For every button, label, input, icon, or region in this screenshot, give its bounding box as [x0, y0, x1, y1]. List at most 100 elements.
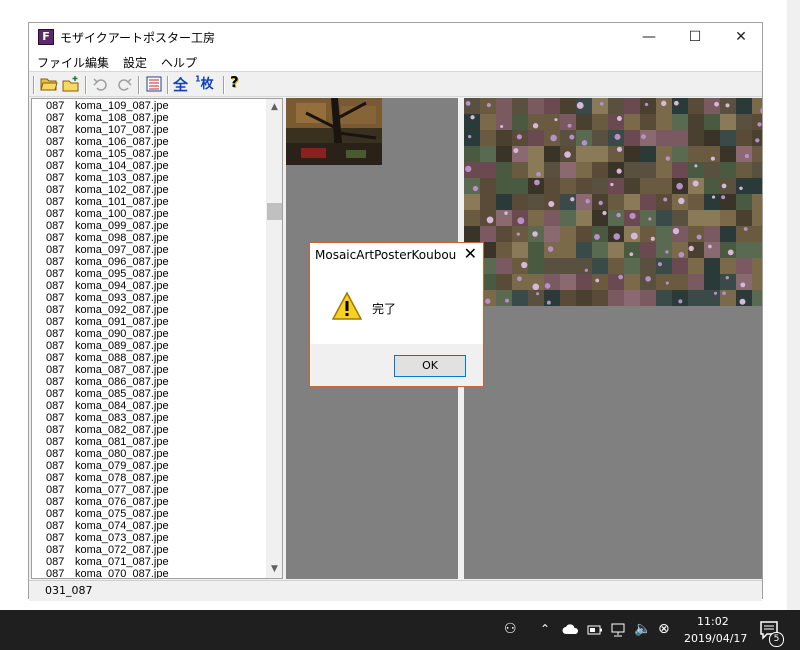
list-view-icon[interactable]: [145, 75, 163, 93]
select-all-button[interactable]: 全: [173, 74, 191, 94]
single-sheet-label: 枚: [200, 77, 214, 92]
list-item-number: 087: [46, 532, 65, 544]
list-item-filename: koma_085_087.jpe: [75, 388, 169, 400]
battery-icon[interactable]: [587, 623, 603, 636]
list-item-filename: koma_088_087.jpe: [75, 352, 169, 364]
close-button[interactable]: ✕: [718, 23, 764, 51]
list-item-filename: koma_081_087.jpe: [75, 436, 169, 448]
redo-icon[interactable]: [115, 75, 133, 93]
list-item-number: 087: [46, 400, 65, 412]
list-item-number: 087: [46, 520, 65, 532]
dialog-close-button[interactable]: ✕: [464, 244, 477, 263]
list-item-number: 087: [46, 124, 65, 136]
toolbar-separator: [33, 76, 35, 94]
list-item-filename: koma_106_087.jpe: [75, 136, 169, 148]
toolbar: 全 1枚 ?: [29, 71, 762, 97]
list-item-number: 087: [46, 568, 65, 579]
network-icon[interactable]: [611, 623, 627, 637]
list-item-number: 087: [46, 304, 65, 316]
list-item-filename: koma_071_087.jpe: [75, 556, 169, 568]
list-item-filename: koma_098_087.jpe: [75, 232, 169, 244]
list-item-number: 087: [46, 256, 65, 268]
menu-help[interactable]: ヘルプ: [161, 54, 197, 71]
new-folder-icon[interactable]: [62, 75, 80, 93]
undo-icon[interactable]: [92, 75, 110, 93]
toolbar-separator: [167, 76, 169, 94]
dialog-message: 完了: [372, 302, 397, 316]
status-bar: 031_087: [29, 580, 762, 601]
menu-edit[interactable]: 編集: [85, 54, 109, 71]
list-item-filename: koma_070_087.jpe: [75, 568, 169, 579]
list-item-filename: koma_103_087.jpe: [75, 172, 169, 184]
list-item-number: 087: [46, 436, 65, 448]
notification-count-badge: 5: [769, 632, 784, 647]
list-item-number: 087: [46, 112, 65, 124]
list-item-number: 087: [46, 388, 65, 400]
list-item-filename: koma_089_087.jpe: [75, 340, 169, 352]
status-error-icon[interactable]: ⊗: [658, 621, 670, 637]
list-item-filename: koma_102_087.jpe: [75, 184, 169, 196]
mosaic-image: [464, 98, 762, 306]
menu-file[interactable]: ファイル: [37, 54, 85, 71]
list-item-filename: koma_083_087.jpe: [75, 412, 169, 424]
list-item-filename: koma_095_087.jpe: [75, 268, 169, 280]
people-icon[interactable]: ⚇: [504, 621, 517, 637]
list-item-number: 087: [46, 280, 65, 292]
onedrive-cloud-icon[interactable]: [562, 624, 580, 635]
list-item-filename: koma_107_087.jpe: [75, 124, 169, 136]
list-item-number: 087: [46, 316, 65, 328]
taskbar: ⚇ ⌃ 🔈 ⊗ 11:02 2019/04/17 5: [0, 610, 800, 650]
list-item-filename: koma_076_087.jpe: [75, 496, 169, 508]
list-item-number: 087: [46, 376, 65, 388]
list-item-filename: koma_073_087.jpe: [75, 532, 169, 544]
list-item-filename: koma_087_087.jpe: [75, 364, 169, 376]
list-item-filename: koma_097_087.jpe: [75, 244, 169, 256]
title-bar[interactable]: F モザイクアートポスター工房 — ☐ ✕: [29, 23, 762, 51]
volume-icon[interactable]: 🔈: [634, 621, 651, 637]
scroll-thumb[interactable]: [267, 203, 282, 220]
completion-dialog: MosaicArtPosterKoubou ✕ 完了 OK: [309, 242, 484, 387]
app-icon: F: [38, 29, 54, 45]
list-item-number: 087: [46, 544, 65, 556]
help-icon[interactable]: ?: [230, 73, 248, 91]
list-item-number: 087: [46, 100, 65, 112]
list-item-filename: koma_084_087.jpe: [75, 400, 169, 412]
clock-time[interactable]: 11:02: [697, 615, 729, 628]
toolbar-separator: [138, 76, 140, 94]
list-item-number: 087: [46, 160, 65, 172]
menu-settings[interactable]: 設定: [123, 54, 147, 71]
desktop-scrollbar[interactable]: [787, 0, 800, 610]
file-list-scrollbar[interactable]: ▲ ▼: [266, 99, 282, 578]
list-item-number: 087: [46, 244, 65, 256]
list-item-filename: koma_093_087.jpe: [75, 292, 169, 304]
ok-button[interactable]: OK: [394, 355, 466, 377]
scroll-down-icon[interactable]: ▼: [266, 561, 282, 578]
list-item-number: 087: [46, 424, 65, 436]
list-item-filename: koma_096_087.jpe: [75, 256, 169, 268]
list-item-filename: koma_100_087.jpe: [75, 208, 169, 220]
list-item-number: 087: [46, 208, 65, 220]
list-item-number: 087: [46, 556, 65, 568]
list-item-filename: koma_101_087.jpe: [75, 196, 169, 208]
scroll-up-icon[interactable]: ▲: [266, 99, 282, 116]
single-sheet-button[interactable]: 1枚: [195, 73, 221, 92]
open-folder-icon[interactable]: [40, 75, 58, 93]
list-item-filename: koma_099_087.jpe: [75, 220, 169, 232]
maximize-button[interactable]: ☐: [672, 23, 718, 51]
minimize-button[interactable]: —: [626, 23, 672, 51]
list-item-number: 087: [46, 460, 65, 472]
list-item-filename: koma_090_087.jpe: [75, 328, 169, 340]
file-list[interactable]: 087 koma_109_087.jpe 087 koma_108_087.jpe 08…: [31, 98, 283, 579]
list-item-filename: koma_086_087.jpe: [75, 376, 169, 388]
clock-date[interactable]: 2019/04/17: [684, 632, 747, 645]
list-item-filename: koma_080_087.jpe: [75, 448, 169, 460]
list-item-filename: koma_074_087.jpe: [75, 520, 169, 532]
mosaic-preview-panel[interactable]: [464, 98, 762, 579]
list-item-filename: koma_092_087.jpe: [75, 304, 169, 316]
list-item-filename: koma_108_087.jpe: [75, 112, 169, 124]
list-item-number: 087: [46, 328, 65, 340]
list-item-number: 087: [46, 448, 65, 460]
show-hidden-icons-chevron-icon[interactable]: ⌃: [540, 622, 550, 636]
list-item-number: 087: [46, 412, 65, 424]
toolbar-separator: [85, 76, 87, 94]
